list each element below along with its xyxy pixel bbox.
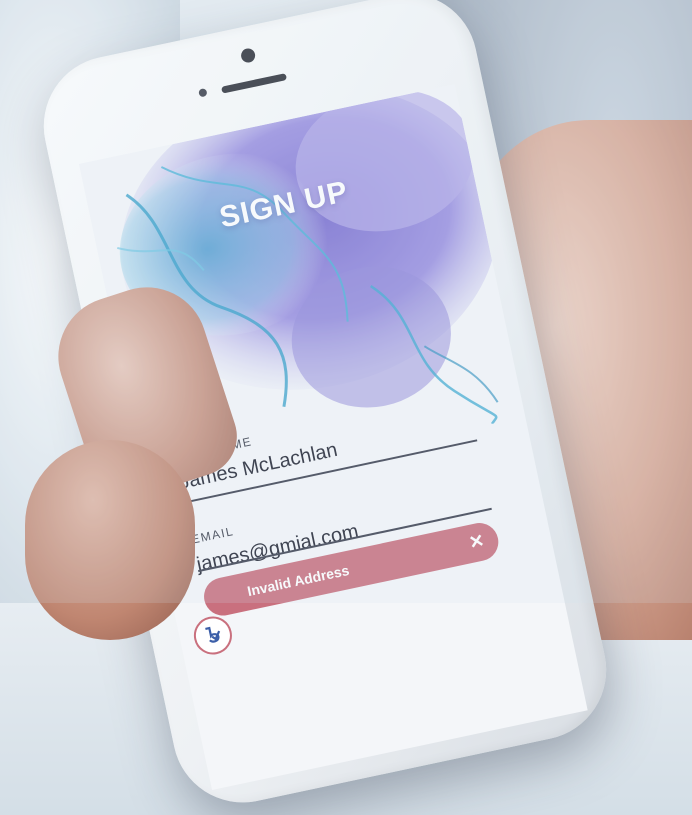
- front-camera: [239, 47, 257, 64]
- error-badge-icon: [190, 612, 236, 659]
- error-message: Invalid Address: [245, 561, 351, 600]
- earpiece: [221, 73, 288, 94]
- hand-finger: [25, 440, 195, 640]
- email-label: EMAIL: [190, 524, 236, 547]
- close-icon[interactable]: ✕: [467, 530, 486, 553]
- proximity-sensor: [198, 87, 208, 98]
